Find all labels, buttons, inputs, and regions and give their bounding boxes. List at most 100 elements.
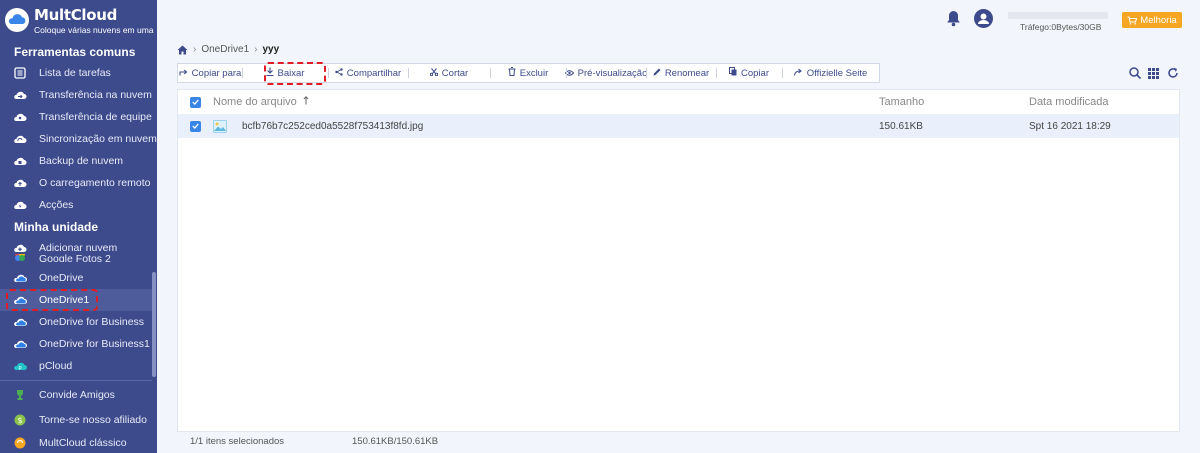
share-button[interactable]: Compartilhar	[328, 64, 408, 82]
table-row[interactable]: bcfb76b7c252ced0a5528f753413f8fd.jpg 150…	[178, 114, 1179, 138]
sidebar-divider	[0, 380, 152, 381]
remote-upload-icon	[13, 176, 27, 190]
traffic-bar	[1008, 12, 1108, 19]
rename-label: Renomear	[664, 67, 710, 79]
cut-label: Cortar	[441, 67, 469, 79]
sidebar-item-actions[interactable]: Acções	[0, 194, 152, 216]
logo[interactable]: MultCloud Coloque várias nuvens em uma	[4, 5, 154, 37]
file-name[interactable]: bcfb76b7c252ced0a5528f753413f8fd.jpg	[242, 114, 423, 138]
sidebar-item-remote-upload[interactable]: O carregamento remoto	[0, 172, 152, 194]
file-list-panel: Nome do arquivo Tamanho Data modificada …	[177, 89, 1180, 432]
sidebar-item-onedrive[interactable]: OneDrive	[0, 267, 152, 289]
home-icon[interactable]	[177, 45, 188, 55]
cloud-backup-icon	[13, 154, 27, 168]
copy-to-button[interactable]: Copiar para	[178, 64, 242, 82]
column-name-label: Nome do arquivo	[213, 96, 297, 108]
sidebar-item-cloud-transfer[interactable]: Transferência na nuvem	[0, 84, 152, 106]
grid-view-icon[interactable]	[1148, 66, 1159, 84]
forward-arrow-icon	[793, 68, 803, 79]
chevron-right-icon: ›	[193, 44, 197, 55]
table-header: Nome do arquivo Tamanho Data modificada	[178, 90, 1179, 114]
sidebar: MultCloud Coloque várias nuvens em uma F…	[0, 0, 157, 453]
selection-status: 1/1 itens selecionados	[190, 436, 285, 447]
sidebar-item-label: Lista de tarefas	[39, 67, 111, 79]
sidebar-item-label: pCloud	[39, 360, 73, 372]
size-status: 150.61KB/150.61KB	[352, 436, 439, 447]
sidebar-item-google-photos-2[interactable]: Google Fotos 2	[0, 250, 152, 262]
preview-label: Pré-visualização	[577, 67, 648, 79]
onedrive-icon	[13, 315, 27, 329]
google-photos-icon	[13, 254, 27, 262]
sidebar-item-cloud-backup[interactable]: Backup de nuvem	[0, 150, 152, 172]
sidebar-item-label: Backup de nuvem	[39, 155, 124, 167]
cloud-sync-icon	[13, 132, 27, 146]
breadcrumb-current: yyy	[262, 44, 280, 55]
office-site-button[interactable]: Offizielle Seite	[782, 64, 879, 82]
trophy-icon	[13, 388, 27, 402]
trash-icon	[508, 67, 516, 79]
search-icon[interactable]	[1129, 66, 1142, 84]
sidebar-item-onedrive-for-business[interactable]: OneDrive for Business	[0, 311, 152, 333]
scissors-icon	[429, 67, 438, 79]
sidebar-item-label: Transferência de equipe	[39, 111, 152, 123]
section-title-tools: Ferramentas comuns	[14, 45, 136, 59]
column-size-header[interactable]: Tamanho	[879, 90, 924, 114]
onedrive-icon	[13, 337, 27, 351]
sidebar-item-team-transfer[interactable]: Transferência de equipe	[0, 106, 152, 128]
cut-button[interactable]: Cortar	[408, 64, 490, 82]
traffic-meter: Tráfego:0Bytes/30GB	[1008, 12, 1108, 32]
office-site-label: Offizielle Seite	[806, 67, 868, 79]
brand-name: MultCloud	[34, 6, 118, 24]
list-icon	[13, 66, 27, 80]
sidebar-item-label: Transferência na nuvem	[39, 89, 152, 101]
section-title-my-drive: Minha unidade	[14, 220, 98, 234]
sidebar-item-label: Acções	[39, 199, 74, 211]
sidebar-item-task-list[interactable]: Lista de tarefas	[0, 62, 152, 84]
sidebar-item-invite-friends[interactable]: Convide Amigos	[0, 384, 152, 406]
sort-arrow-icon	[303, 96, 309, 108]
bell-icon[interactable]	[946, 10, 961, 32]
sidebar-item-classic[interactable]: MultCloud clássico	[0, 432, 152, 453]
preview-button[interactable]: Pré-visualização	[564, 64, 648, 82]
sidebar-item-label: OneDrive for Business	[39, 316, 145, 328]
delete-button[interactable]: Excluir	[490, 64, 566, 82]
file-date: Spt 16 2021 18:29	[1029, 120, 1111, 132]
copy-icon	[729, 67, 737, 79]
breadcrumb-parent[interactable]: OneDrive1	[201, 44, 249, 55]
sidebar-item-label: MultCloud clássico	[39, 437, 127, 449]
share-label: Compartilhar	[346, 67, 402, 79]
copy-label: Copiar	[741, 67, 769, 79]
team-transfer-icon	[13, 110, 27, 124]
eye-icon	[564, 68, 574, 79]
copy-to-label: Copiar para	[191, 67, 242, 79]
refresh-icon[interactable]	[1167, 66, 1179, 84]
share-icon	[335, 67, 343, 79]
chevron-right-icon: ›	[254, 44, 258, 55]
upgrade-button[interactable]: Melhoria	[1122, 12, 1182, 28]
svg-text:$: $	[18, 416, 23, 425]
highlight-onedrive1	[6, 289, 98, 311]
copy-button[interactable]: Copiar	[716, 64, 782, 82]
avatar-icon[interactable]	[974, 9, 993, 33]
image-file-icon	[213, 114, 227, 138]
file-size: 150.61KB	[879, 120, 923, 132]
rename-button[interactable]: Renomear	[646, 64, 716, 82]
breadcrumb: › OneDrive1 › yyy	[177, 44, 279, 55]
sidebar-item-pcloud[interactable]: p pCloud	[0, 355, 152, 377]
copy-to-icon	[179, 68, 188, 79]
column-name-header[interactable]: Nome do arquivo	[213, 90, 309, 114]
delete-label: Excluir	[519, 67, 549, 79]
onedrive-icon	[13, 271, 27, 285]
pencil-icon	[653, 68, 661, 79]
multcloud-logo-icon	[5, 8, 29, 32]
sidebar-item-onedrive-for-business1[interactable]: OneDrive for Business1	[0, 333, 152, 355]
select-all-checkbox[interactable]	[190, 90, 201, 114]
sidebar-scrollbar[interactable]	[152, 272, 156, 377]
classic-icon	[13, 436, 27, 450]
column-date-header[interactable]: Data modificada	[1029, 90, 1109, 114]
sidebar-item-affiliate[interactable]: $ Torne-se nosso afiliado	[0, 409, 152, 431]
row-checkbox[interactable]	[190, 114, 201, 138]
svg-text:p: p	[19, 365, 22, 371]
sidebar-item-label: Google Fotos 2	[39, 253, 111, 262]
sidebar-item-cloud-sync[interactable]: Sincronização em nuvem	[0, 128, 157, 150]
